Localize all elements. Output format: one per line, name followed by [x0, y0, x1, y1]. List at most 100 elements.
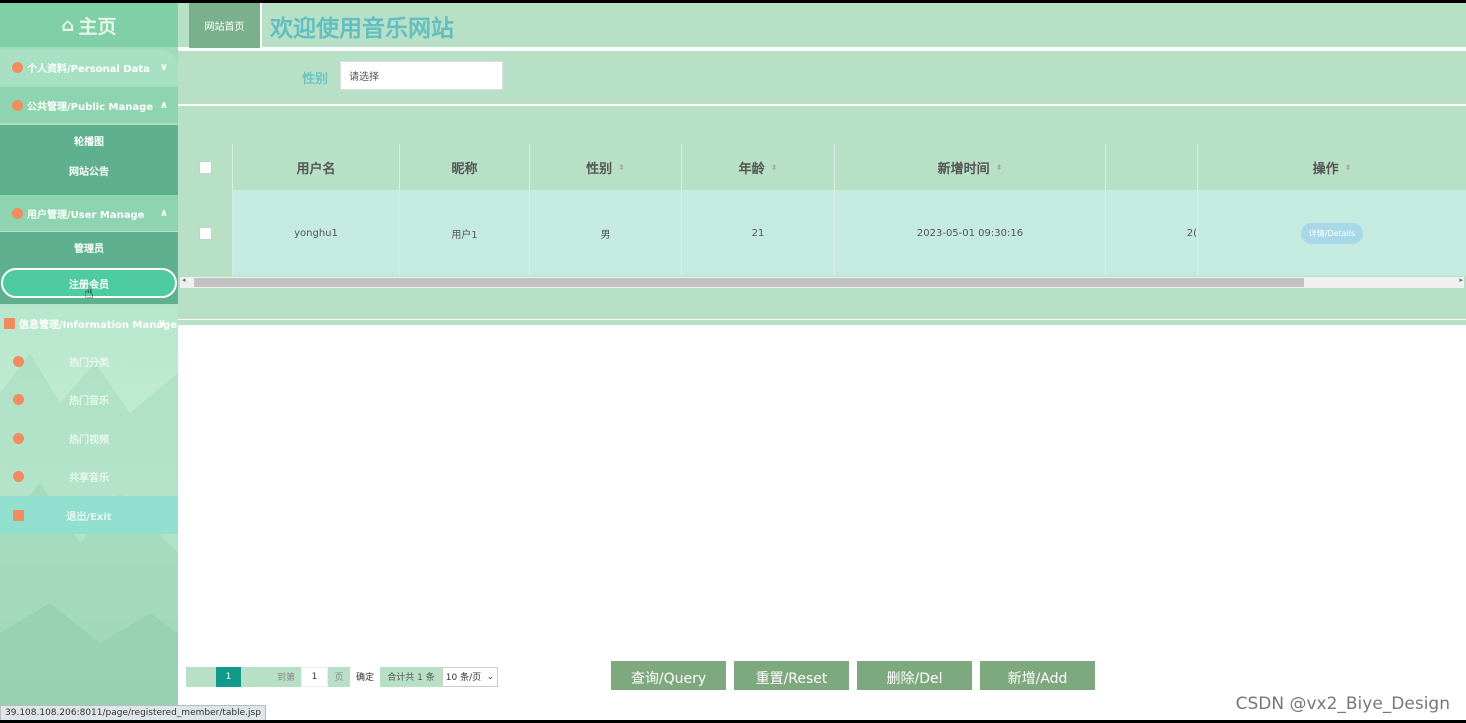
- chevron-up-icon: ∧: [159, 207, 168, 219]
- book-icon: [4, 317, 15, 329]
- column-label: 昵称: [451, 161, 478, 177]
- header-select-all-cell: [178, 144, 233, 190]
- table-header: 用户名 昵称 性别 ⬍ 年龄 ⬍ 新增时间 ⬍ 操作 ⬍: [178, 144, 1466, 190]
- page-input[interactable]: 1: [301, 666, 328, 687]
- sidebar: ⌂ 主页 个人资料/Personal Data ∨ 公共管理/Public Ma…: [0, 3, 178, 720]
- search-bar: 性别 请选择: [178, 51, 1466, 105]
- table-row[interactable]: yonghu1 用户1 男 21 2023-05-01 09:30:16 2( …: [178, 190, 1466, 276]
- sidebar-group-personal-data[interactable]: 个人资料/Personal Data ∨: [0, 49, 178, 85]
- chevron-up-icon: ∧: [159, 99, 168, 111]
- pin-icon: [13, 355, 24, 367]
- horizontal-scrollbar[interactable]: ◂ ▸: [180, 276, 1464, 288]
- video-icon: [13, 432, 24, 444]
- sidebar-group-label: 用户管理/User Manage: [27, 209, 145, 221]
- reset-button[interactable]: 重置/Reset: [734, 661, 849, 690]
- gender-filter-label: 性别: [302, 72, 329, 87]
- page-size-select[interactable]: 10 条/页 ⌄: [442, 666, 498, 687]
- home-icon: ⌂: [61, 14, 75, 36]
- app-window: ⌂ 主页 个人资料/Personal Data ∨ 公共管理/Public Ma…: [0, 3, 1466, 720]
- cell-nickname: 用户1: [400, 190, 530, 276]
- cell-truncated: 2(: [1106, 190, 1198, 276]
- sidebar-group-label: 个人资料/Personal Data: [27, 63, 150, 75]
- status-url: 39.108.108.206:8011/page/registered_memb…: [0, 705, 266, 720]
- column-header-created-time[interactable]: 新增时间 ⬍: [835, 144, 1106, 190]
- sort-icon[interactable]: ⬍: [1345, 163, 1352, 172]
- column-header-nickname[interactable]: 昵称: [400, 144, 530, 190]
- exit-icon: [13, 509, 24, 521]
- page-size-value: 10 条/页: [445, 673, 482, 683]
- home-tab[interactable]: 网站首页: [189, 3, 262, 48]
- column-label: 操作: [1312, 161, 1339, 177]
- sidebar-item-hot-category[interactable]: 热门分类: [0, 342, 178, 380]
- select-all-checkbox[interactable]: [198, 160, 212, 174]
- home-small-icon: [12, 99, 23, 111]
- column-header-hidden: [1106, 144, 1198, 190]
- cell-truncated-text: 2(: [1186, 227, 1197, 239]
- next-page-button[interactable]: [241, 666, 271, 687]
- total-count: 合计共 1 条: [380, 666, 442, 687]
- goto-confirm-button[interactable]: 确定: [350, 666, 380, 687]
- site-title: 欢迎使用音乐网站: [270, 16, 454, 42]
- page-number-current[interactable]: 1: [216, 666, 241, 687]
- sort-icon[interactable]: ⬍: [996, 163, 1003, 172]
- sidebar-home[interactable]: ⌂ 主页: [0, 3, 178, 47]
- cell-created-time: 2023-05-01 09:30:16: [835, 190, 1106, 276]
- submenu-public: 轮播图 网站公告: [0, 125, 178, 195]
- scroll-left-icon[interactable]: ◂: [182, 276, 186, 284]
- delete-button[interactable]: 删除/Del: [857, 661, 972, 690]
- sort-icon[interactable]: ⬍: [618, 163, 625, 172]
- goto-label: 到第: [271, 666, 301, 687]
- add-button[interactable]: 新增/Add: [980, 661, 1095, 690]
- column-label: 年龄: [738, 161, 765, 177]
- query-button[interactable]: 查询/Query: [611, 661, 726, 690]
- users-icon: [12, 207, 23, 219]
- sidebar-item-shared-music[interactable]: 共享音乐: [0, 457, 178, 495]
- data-table: 用户名 昵称 性别 ⬍ 年龄 ⬍ 新增时间 ⬍ 操作 ⬍ yonghu1 用户1…: [178, 106, 1466, 325]
- sort-icon[interactable]: ⬍: [771, 163, 778, 172]
- cell-actions: 详情/Details: [1198, 190, 1466, 276]
- sidebar-group-information-manage[interactable]: 信息管理/Information Manage ∨: [0, 305, 178, 341]
- sidebar-group-label: 信息管理/Information Manage: [19, 319, 177, 331]
- sidebar-home-label: 主页: [78, 15, 117, 38]
- row-checkbox[interactable]: [198, 226, 212, 240]
- column-header-actions[interactable]: 操作 ⬍: [1198, 144, 1466, 190]
- column-header-gender[interactable]: 性别 ⬍: [530, 144, 682, 190]
- divider: [178, 319, 1466, 320]
- chat-icon: [13, 470, 24, 482]
- pagination: 1 到第 1 页 确定 合计共 1 条 10 条/页 ⌄: [186, 665, 498, 688]
- cell-age: 21: [682, 190, 835, 276]
- sidebar-item-label: 热门音乐: [69, 395, 109, 407]
- sidebar-group-public-manage[interactable]: 公共管理/Public Manage ∧: [0, 87, 178, 123]
- column-header-age[interactable]: 年龄 ⬍: [682, 144, 835, 190]
- sidebar-item-hot-music[interactable]: 热门音乐: [0, 380, 178, 418]
- column-header-username[interactable]: 用户名: [233, 144, 400, 190]
- sidebar-item-carousel[interactable]: 轮播图: [0, 125, 178, 155]
- scroll-right-icon[interactable]: ▸: [1459, 276, 1463, 284]
- scroll-thumb[interactable]: [194, 278, 1304, 287]
- sidebar-group-label: 公共管理/Public Manage: [27, 101, 154, 113]
- pointer-cursor-icon: ☝: [84, 283, 94, 302]
- sidebar-item-hot-video[interactable]: 热门视频: [0, 419, 178, 457]
- sidebar-item-admin[interactable]: 管理员: [0, 232, 178, 262]
- column-label: 性别: [586, 161, 613, 177]
- watermark: CSDN @vx2_Biye_Design: [1235, 694, 1450, 714]
- chevron-down-icon: ∨: [159, 61, 168, 73]
- sidebar-item-announcement[interactable]: 网站公告: [0, 155, 178, 185]
- cell-gender: 男: [530, 190, 682, 276]
- chevron-down-icon: ∨: [157, 317, 166, 329]
- flag-icon: [12, 61, 23, 73]
- sidebar-group-user-manage[interactable]: 用户管理/User Manage ∧: [0, 195, 178, 231]
- column-label: 新增时间: [937, 161, 990, 177]
- sidebar-item-label: 退出/Exit: [66, 511, 112, 523]
- details-button[interactable]: 详情/Details: [1300, 222, 1364, 244]
- column-label: 用户名: [296, 161, 336, 177]
- sidebar-item-label: 共享音乐: [69, 472, 109, 484]
- page-unit-label: 页: [328, 666, 350, 687]
- sidebar-item-label: 热门分类: [69, 357, 109, 369]
- sidebar-item-label: 热门视频: [69, 434, 109, 446]
- cell-username: yonghu1: [233, 190, 400, 276]
- chevron-down-icon: ⌄: [486, 671, 495, 682]
- sidebar-item-exit[interactable]: 退出/Exit: [0, 496, 178, 534]
- gender-select[interactable]: 请选择: [340, 61, 503, 90]
- prev-page-button[interactable]: [186, 666, 216, 687]
